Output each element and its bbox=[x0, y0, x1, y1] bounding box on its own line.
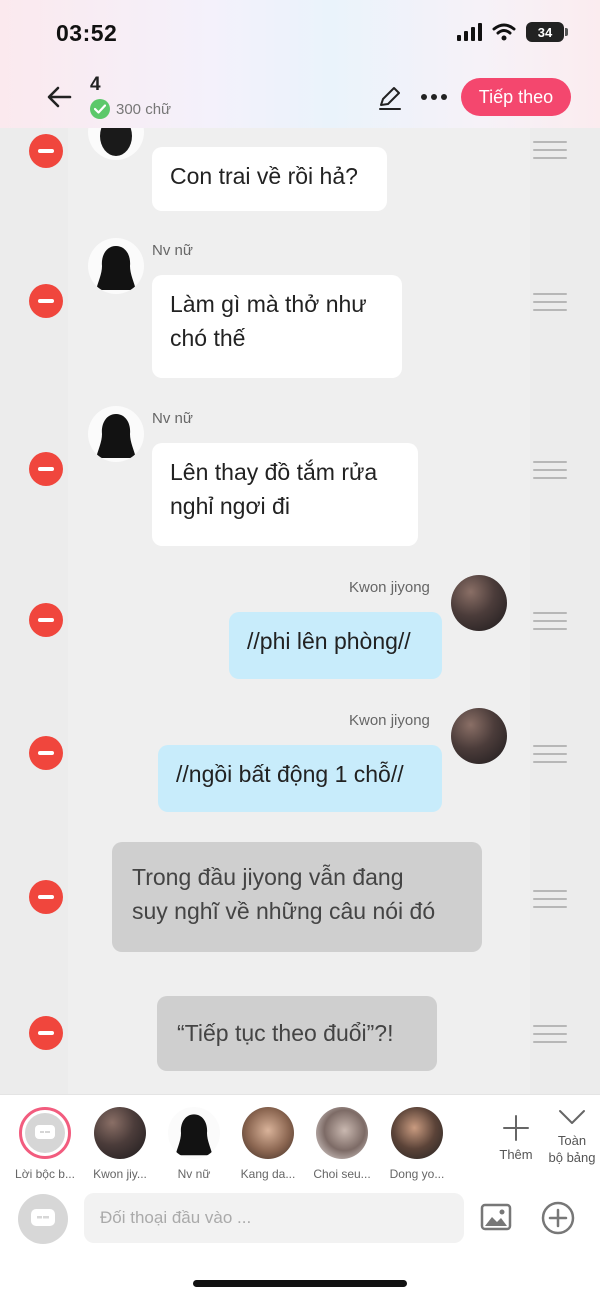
add-label: Thêm bbox=[499, 1147, 533, 1162]
character-dong-yo[interactable]: Dong yo... bbox=[377, 1107, 457, 1181]
avatar bbox=[451, 575, 507, 631]
character-name: Lời bộc b... bbox=[15, 1167, 75, 1181]
avatar bbox=[242, 1107, 294, 1159]
next-button[interactable]: Tiếp theo bbox=[461, 78, 571, 116]
message-line: nghỉ ngơi đi bbox=[170, 493, 290, 519]
narrator-avatar bbox=[19, 1107, 71, 1159]
character-name: Choi seu... bbox=[313, 1167, 371, 1181]
character-choi-seu[interactable]: Choi seu... bbox=[302, 1107, 382, 1181]
all-label-line2: bộ bảng bbox=[548, 1150, 596, 1165]
character-nv-nu[interactable]: Nv nữ bbox=[154, 1107, 234, 1181]
message-bubble[interactable]: Làm gì mà thở như chó thế bbox=[152, 275, 402, 378]
signal-icon bbox=[457, 23, 482, 41]
narration-bubble[interactable]: Trong đầu jiyong vẫn đang suy nghĩ về nh… bbox=[112, 842, 482, 952]
message-line: Lên thay đồ tắm rửa bbox=[170, 459, 378, 485]
drag-handle-icon[interactable] bbox=[533, 141, 567, 159]
character-name: Kwon jiy... bbox=[93, 1167, 147, 1181]
avatar bbox=[316, 1107, 368, 1159]
delete-button[interactable] bbox=[29, 134, 63, 168]
status-time: 03:52 bbox=[56, 20, 118, 46]
dialogue-list[interactable]: Con trai về rồi hả? Nv nữ Làm gì mà thở … bbox=[0, 128, 600, 1094]
message-bubble[interactable]: Lên thay đồ tắm rửa nghỉ ngơi đi bbox=[152, 443, 418, 546]
message-bubble[interactable]: //phi lên phòng// bbox=[229, 612, 442, 679]
message-bubble[interactable]: Con trai về rồi hả? bbox=[152, 147, 387, 211]
character-name: Kang da... bbox=[240, 1167, 296, 1181]
chevron-down-icon bbox=[559, 1110, 585, 1124]
image-button[interactable] bbox=[480, 1202, 512, 1232]
back-button[interactable] bbox=[42, 80, 76, 114]
delete-button[interactable] bbox=[29, 1016, 63, 1050]
top-bar: 03:52 34 4 300 chữ Tiếp theo bbox=[0, 0, 600, 128]
chat-bubble-icon bbox=[31, 1209, 55, 1226]
narration-toggle-button[interactable] bbox=[18, 1194, 68, 1244]
status-icons: 34 bbox=[457, 22, 568, 42]
speaker-name: Kwon jiyong bbox=[349, 712, 430, 729]
home-indicator bbox=[193, 1280, 407, 1287]
narration-line: Trong đầu jiyong vẫn đang bbox=[132, 864, 404, 890]
character-kang-da[interactable]: Kang da... bbox=[228, 1107, 308, 1181]
episode-title: 4 bbox=[90, 74, 101, 95]
chat-bubble-icon bbox=[35, 1125, 55, 1139]
avatar bbox=[88, 238, 144, 294]
avatar bbox=[451, 708, 507, 764]
speaker-name: Nv nữ bbox=[152, 242, 193, 259]
plus-icon bbox=[503, 1115, 529, 1141]
message-line: Làm gì mà thở như bbox=[170, 291, 367, 317]
avatar bbox=[168, 1107, 220, 1159]
more-insert-button[interactable] bbox=[541, 1201, 575, 1235]
character-name: Dong yo... bbox=[389, 1167, 445, 1181]
delete-button[interactable] bbox=[29, 603, 63, 637]
drag-handle-icon[interactable] bbox=[533, 612, 567, 630]
pencil-icon bbox=[379, 87, 401, 110]
plus-circle-icon bbox=[541, 1201, 575, 1235]
delete-button[interactable] bbox=[29, 880, 63, 914]
delete-button[interactable] bbox=[29, 452, 63, 486]
dialogue-input[interactable] bbox=[84, 1193, 464, 1243]
delete-button[interactable] bbox=[29, 284, 63, 318]
more-options-icon[interactable] bbox=[416, 82, 452, 112]
add-character-button[interactable]: Thêm bbox=[496, 1114, 536, 1163]
all-label-line1: Toàn bbox=[557, 1133, 587, 1148]
drag-handle-icon[interactable] bbox=[533, 745, 567, 763]
drag-handle-icon[interactable] bbox=[533, 293, 567, 311]
message-line: chó thế bbox=[170, 325, 246, 351]
avatar bbox=[391, 1107, 443, 1159]
delete-button[interactable] bbox=[29, 736, 63, 770]
check-icon bbox=[90, 99, 110, 119]
speaker-name: Kwon jiyong bbox=[349, 579, 430, 596]
battery-icon: 34 bbox=[526, 22, 568, 42]
character-narrator[interactable]: Lời bộc b... bbox=[5, 1107, 85, 1181]
drag-handle-icon[interactable] bbox=[533, 461, 567, 479]
edit-button[interactable] bbox=[376, 84, 406, 112]
image-icon bbox=[480, 1203, 512, 1231]
character-kwon-jiyong[interactable]: Kwon jiy... bbox=[80, 1107, 160, 1181]
all-characters-button[interactable]: Toàn bộ bảng bbox=[544, 1108, 600, 1166]
avatar bbox=[88, 406, 144, 462]
word-count-label: 300 chữ bbox=[116, 100, 172, 118]
avatar bbox=[94, 1107, 146, 1159]
character-name: Nv nữ bbox=[177, 1167, 211, 1181]
speaker-name: Nv nữ bbox=[152, 410, 193, 427]
word-count: 300 chữ bbox=[90, 99, 171, 119]
arrow-left-icon bbox=[47, 86, 72, 108]
wifi-icon bbox=[492, 23, 516, 41]
drag-handle-icon[interactable] bbox=[533, 1025, 567, 1043]
drag-handle-icon[interactable] bbox=[533, 890, 567, 908]
narration-line: suy nghĩ về những câu nói đó bbox=[132, 898, 436, 924]
message-bubble[interactable]: //ngồi bất động 1 chỗ// bbox=[158, 745, 442, 812]
narration-bubble[interactable]: “Tiếp tục theo đuổi”?! bbox=[157, 996, 437, 1071]
